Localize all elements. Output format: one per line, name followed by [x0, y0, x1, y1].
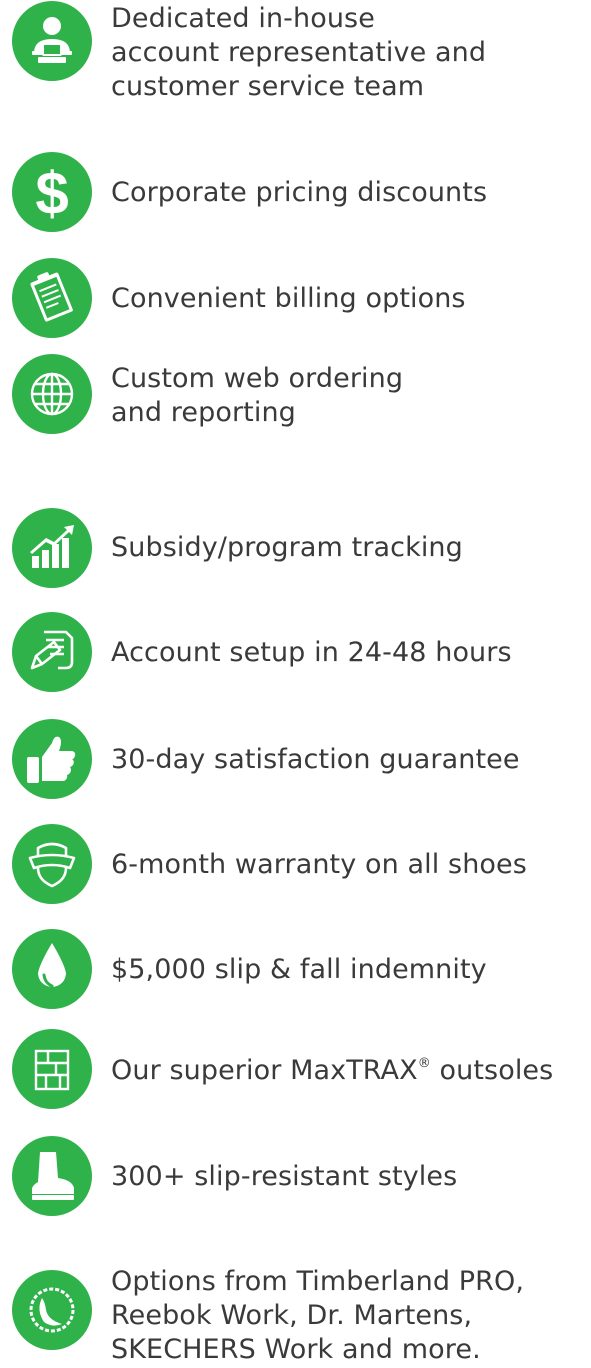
feature-text-line: 6-month warranty on all shoes [111, 849, 527, 880]
customer-service-rep-icon [12, 1, 92, 81]
outsole-tread-icon [12, 1029, 92, 1109]
clipboard-invoice-icon [12, 258, 92, 338]
growth-chart-icon [12, 508, 92, 588]
feature-text-line: SKECHERS Work and more. [111, 1334, 481, 1365]
feature-text-line: Our superior MaxTRAX® outsoles [111, 1055, 554, 1086]
feature-text-line: Convenient billing options [111, 283, 466, 314]
feature-text: Our superior MaxTRAX® outsoles [111, 1054, 581, 1088]
feature-text: Subsidy/program tracking [111, 531, 581, 565]
feature-text-line: customer service team [111, 71, 425, 102]
feature-text: Convenient billing options [111, 282, 581, 316]
feature-text-line: Reebok Work, Dr. Martens, [111, 1300, 473, 1331]
feature-text-line: $5,000 slip & fall indemnity [111, 954, 487, 985]
feature-text: Dedicated in-house account representativ… [111, 2, 581, 104]
feature-text: 6-month warranty on all shoes [111, 848, 581, 882]
seal-badge-icon [12, 1270, 92, 1350]
feature-text-line: Corporate pricing discounts [111, 177, 488, 208]
water-drop-icon [12, 929, 92, 1009]
feature-text: Corporate pricing discounts [111, 176, 581, 210]
feature-text-line: 30-day satisfaction guarantee [111, 744, 520, 775]
feature-text: $5,000 slip & fall indemnity [111, 953, 581, 987]
feature-text-line: Account setup in 24-48 hours [111, 637, 512, 668]
feature-text-line: Custom web ordering [111, 363, 404, 394]
feature-text: Custom web ordering and reporting [111, 362, 581, 430]
feature-text-line: Dedicated in-house [111, 3, 375, 34]
dollar-sign-icon: $ [12, 152, 92, 232]
feature-text: Options from Timberland PRO, Reebok Work… [111, 1265, 581, 1367]
feature-text-line: Subsidy/program tracking [111, 532, 463, 563]
feature-text-line: account representative and [111, 37, 487, 68]
feature-text-line: 300+ slip-resistant styles [111, 1161, 458, 1192]
feature-text: 30-day satisfaction guarantee [111, 743, 581, 777]
shield-banner-icon [12, 824, 92, 904]
globe-icon [12, 354, 92, 434]
svg-text:$: $ [35, 160, 68, 227]
registered-mark: ® [417, 1056, 431, 1071]
document-pencil-icon [12, 612, 92, 692]
feature-text: Account setup in 24-48 hours [111, 636, 581, 670]
feature-text: 300+ slip-resistant styles [111, 1160, 581, 1194]
work-boot-icon [12, 1136, 92, 1216]
thumbs-up-icon [12, 719, 92, 799]
feature-text-line: Options from Timberland PRO, [111, 1266, 525, 1297]
feature-text-line: and reporting [111, 397, 296, 428]
